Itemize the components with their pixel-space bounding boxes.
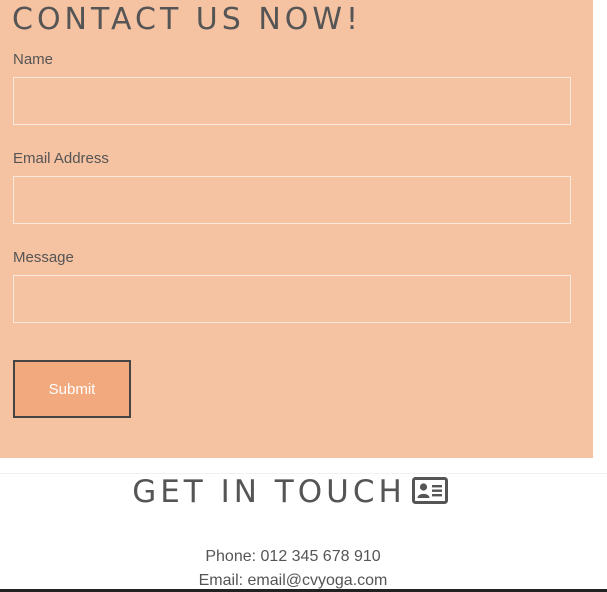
submit-button[interactable]: Submit xyxy=(13,360,131,418)
contact-form-panel: CONTACT US NOW! Name Email Address Messa… xyxy=(0,0,593,458)
email-label: Email Address xyxy=(13,150,109,167)
message-label: Message xyxy=(13,249,74,266)
phone-text: Phone: 012 345 678 910 xyxy=(205,548,381,565)
email-input[interactable] xyxy=(13,176,571,224)
name-input[interactable] xyxy=(13,77,571,125)
get-in-touch-heading: GET IN TOUCH xyxy=(0,474,580,512)
page: CONTACT US NOW! Name Email Address Messa… xyxy=(0,0,607,592)
name-label: Name xyxy=(13,51,54,68)
message-input[interactable] xyxy=(13,275,571,323)
email-text: Email: email@cvyoga.com xyxy=(198,572,388,589)
contact-card-icon xyxy=(411,476,448,512)
contact-form-title: CONTACT US NOW! xyxy=(12,2,363,37)
get-in-touch-title: GET IN TOUCH xyxy=(132,474,406,510)
